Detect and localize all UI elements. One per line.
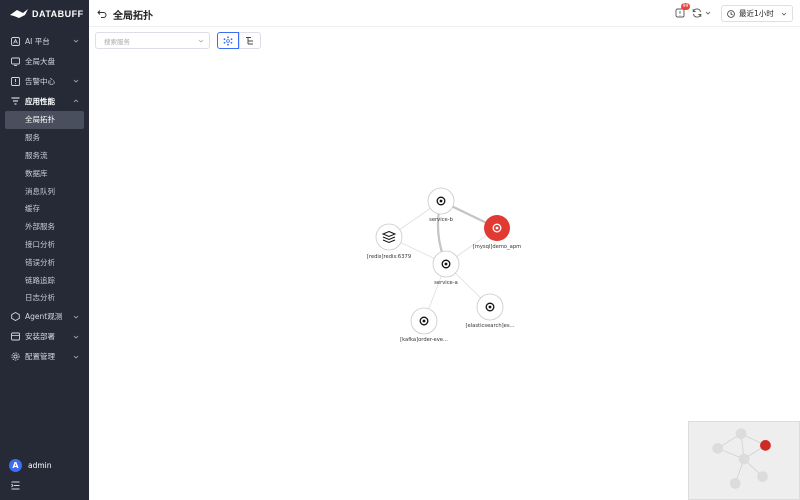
sidebar-item-database[interactable]: 数据库 (0, 164, 89, 182)
sidebar-item-label: 告警中心 (25, 76, 55, 86)
agent-icon (10, 312, 20, 322)
page-title: 全局拓扑 (113, 11, 153, 22)
graph-node-elasticsearch[interactable]: [elasticsearch]es... (466, 293, 515, 329)
sidebar-item-interface-analysis[interactable]: 接口分析 (0, 236, 89, 254)
graph-node-service-a[interactable]: service-a (432, 250, 460, 286)
graph-node-service-b[interactable]: service-b (427, 187, 455, 223)
sidebar-item-log-analysis[interactable]: 日志分析 (0, 289, 89, 307)
collapse-menu-icon[interactable] (11, 481, 20, 490)
apm-submenu: 全局拓扑 服务 服务流 数据库 消息队列 缓存 外部服务 接口分析 错误分析 链… (0, 111, 89, 307)
username: admin (28, 461, 52, 470)
back-icon[interactable] (97, 8, 107, 18)
minimap-node (735, 428, 747, 440)
service-search-select[interactable]: 搜索服务 (95, 32, 210, 49)
sidebar-item-error-analysis[interactable]: 错误分析 (0, 253, 89, 271)
sidebar-item-ai-platform[interactable]: AI 平台 (0, 31, 89, 51)
logo-icon (10, 9, 28, 18)
minimap-node (729, 478, 741, 489)
chevron-down-icon (73, 315, 79, 319)
tree-icon (246, 36, 253, 44)
sidebar-item-message-queue[interactable]: 消息队列 (0, 182, 89, 200)
sidebar-item-cache[interactable]: 缓存 (0, 200, 89, 218)
sidebar-item-external-services[interactable]: 外部服务 (0, 218, 89, 236)
node-label: [mysql]demo_apm (473, 244, 521, 250)
graph-minimap[interactable] (688, 421, 800, 500)
sidebar-item-config[interactable]: 配置管理 (0, 347, 89, 367)
filter-icon (10, 96, 20, 106)
user-profile[interactable]: A admin (9, 459, 52, 472)
sidebar: DATABUFF AI 平台 全局大盘 告警中心 应用性能 全局拓扑 服务 服务… (0, 0, 89, 500)
sidebar-nav: AI 平台 全局大盘 告警中心 应用性能 全局拓扑 服务 服务流 数据库 消息队… (0, 31, 89, 367)
tree-view-button[interactable] (239, 32, 261, 49)
minimap-node (712, 442, 724, 454)
sidebar-item-agent[interactable]: Agent观测 (0, 307, 89, 327)
clock-icon (727, 9, 735, 18)
chevron-up-icon (73, 99, 79, 103)
service-search-placeholder: 搜索服务 (104, 37, 130, 46)
topology-view-button[interactable] (217, 32, 239, 49)
graph-node-kafka[interactable]: [kafka]order-eve... (400, 307, 448, 343)
chevron-down-icon (73, 79, 79, 83)
install-icon (10, 332, 20, 342)
sidebar-item-service-flow[interactable]: 服务流 (0, 147, 89, 165)
sidebar-item-label: AI 平台 (25, 36, 50, 46)
minimap-node-error (760, 440, 771, 451)
refresh-interval-dropdown-icon[interactable] (705, 10, 711, 16)
node-label: service-a (434, 280, 458, 286)
node-label: [redis]redis:6379 (367, 254, 411, 260)
brand-name: DATABUFF (32, 9, 84, 19)
sidebar-item-label: 应用性能 (25, 96, 55, 106)
time-range-value: 最近1小时 (739, 9, 774, 18)
alarm-icon (10, 76, 20, 86)
node-label: [elasticsearch]es... (466, 323, 515, 329)
sidebar-item-dashboard[interactable]: 全局大盘 (0, 51, 89, 71)
dashboard-icon (10, 56, 20, 66)
sidebar-item-global-topology[interactable]: 全局拓扑 (5, 111, 84, 129)
avatar: A (9, 459, 22, 472)
sidebar-item-install[interactable]: 安装部署 (0, 327, 89, 347)
sidebar-item-services[interactable]: 服务 (0, 129, 89, 147)
brand-logo[interactable]: DATABUFF (10, 7, 84, 21)
minimap-node (738, 453, 750, 465)
chevron-down-icon (73, 355, 79, 359)
minimap-node (757, 471, 768, 482)
chevron-down-icon (73, 335, 79, 339)
sidebar-item-alarm-center[interactable]: 告警中心 (0, 71, 89, 91)
node-label: service-b (429, 217, 453, 223)
time-range-select[interactable]: 最近1小时 (721, 5, 793, 22)
chevron-down-icon (73, 39, 79, 43)
node-label: [kafka]order-eve... (400, 337, 448, 343)
sidebar-item-label: 配置管理 (25, 352, 55, 362)
page-header: 全局拓扑 99 最近1小时 (89, 0, 800, 27)
notification-badge: 99 (681, 3, 690, 10)
refresh-icon[interactable] (692, 8, 702, 18)
ai-icon (10, 36, 20, 46)
chevron-down-icon (781, 12, 787, 16)
sidebar-item-label: 全局大盘 (25, 56, 55, 66)
sidebar-item-apm[interactable]: 应用性能 (0, 91, 89, 111)
topology-icon (223, 35, 233, 46)
sidebar-item-label: Agent观测 (25, 312, 63, 322)
sidebar-item-trace[interactable]: 链路追踪 (0, 271, 89, 289)
sidebar-item-label: 安装部署 (25, 332, 55, 342)
chevron-down-icon (198, 39, 204, 43)
graph-node-redis[interactable]: [redis]redis:6379 (367, 223, 411, 260)
config-icon (10, 352, 20, 362)
